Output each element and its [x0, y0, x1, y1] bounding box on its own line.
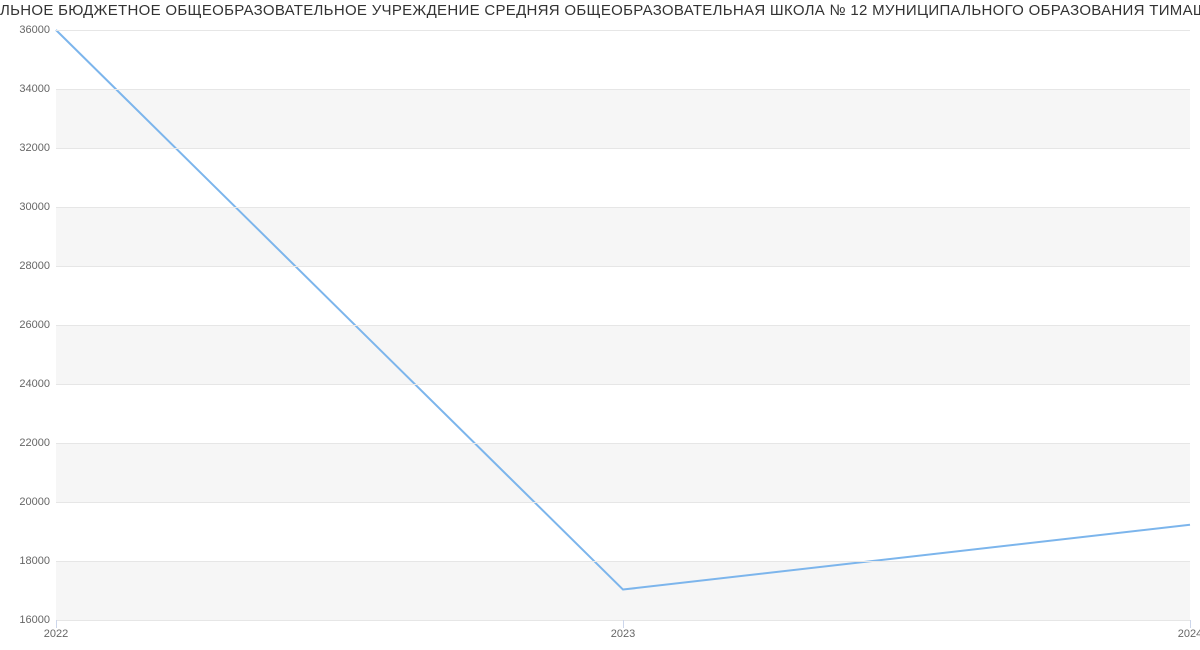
gridline: [56, 384, 1190, 385]
y-axis-tick: 22000: [6, 437, 50, 449]
y-axis-tick: 28000: [6, 260, 50, 272]
gridline: [56, 443, 1190, 444]
y-axis-tick: 30000: [6, 201, 50, 213]
x-axis-tick: 2022: [44, 628, 68, 640]
y-axis-tick: 32000: [6, 142, 50, 154]
gridline: [56, 148, 1190, 149]
y-axis-tick: 24000: [6, 378, 50, 390]
y-axis-tick: 20000: [6, 496, 50, 508]
gridline: [56, 561, 1190, 562]
x-axis-tick: 2024: [1178, 628, 1200, 640]
chart-title: ЛЬНОЕ БЮДЖЕТНОЕ ОБЩЕОБРАЗОВАТЕЛЬНОЕ УЧРЕ…: [0, 2, 1200, 19]
y-axis-tick: 36000: [6, 24, 50, 36]
y-axis-tick: 26000: [6, 319, 50, 331]
plot-area: [56, 30, 1190, 620]
chart-container: ЛЬНОЕ БЮДЖЕТНОЕ ОБЩЕОБРАЗОВАТЕЛЬНОЕ УЧРЕ…: [0, 0, 1200, 650]
y-axis-tick: 16000: [6, 614, 50, 626]
gridline: [56, 325, 1190, 326]
x-tick-mark: [1190, 620, 1191, 628]
gridline: [56, 89, 1190, 90]
x-axis-tick: 2023: [611, 628, 635, 640]
series-line: [56, 30, 1190, 590]
x-tick-mark: [623, 620, 624, 628]
x-tick-mark: [56, 620, 57, 628]
gridline: [56, 266, 1190, 267]
gridline: [56, 30, 1190, 31]
gridline: [56, 502, 1190, 503]
gridline: [56, 207, 1190, 208]
y-axis-tick: 34000: [6, 83, 50, 95]
y-axis-tick: 18000: [6, 555, 50, 567]
